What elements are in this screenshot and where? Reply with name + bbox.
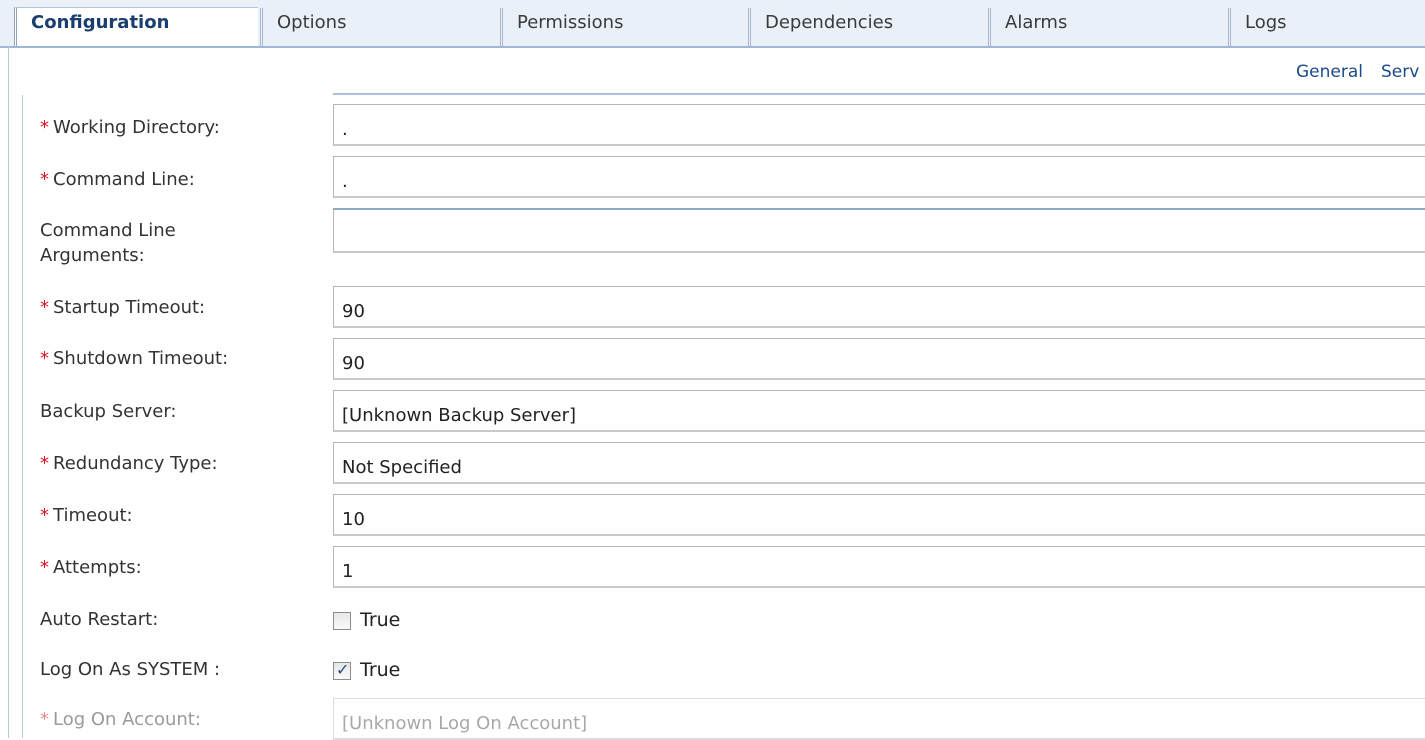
auto-restart-checkbox-label[interactable]: True: [360, 609, 400, 631]
label-text: Redundancy Type:: [53, 453, 218, 474]
tab-permissions[interactable]: Permissions: [500, 8, 746, 47]
shutdown-timeout-label: * Shutdown Timeout:: [40, 346, 310, 371]
label-text: Log On Account:: [53, 709, 201, 730]
log-on-as-system-label: Log On As SYSTEM :: [40, 657, 310, 682]
label-text: Attempts:: [53, 557, 142, 578]
form-border-left: [22, 95, 23, 738]
command-line-label: * Command Line:: [40, 167, 310, 192]
label-text: Timeout:: [53, 505, 133, 526]
subnav-serv-link[interactable]: Serv: [1381, 62, 1419, 82]
redundancy-type-input[interactable]: [333, 442, 1425, 484]
label-text: Working Directory:: [53, 117, 220, 138]
label-text: Backup Server:: [40, 401, 177, 422]
tab-dependencies[interactable]: Dependencies: [748, 8, 986, 47]
label-text: Command Line:: [53, 169, 195, 190]
startup-timeout-label: * Startup Timeout:: [40, 295, 310, 320]
label-text-line2: Arguments:: [40, 245, 145, 266]
required-marker: *: [40, 505, 49, 526]
command-line-input[interactable]: [333, 156, 1425, 198]
auto-restart-label: Auto Restart:: [40, 607, 310, 632]
tab-label: Permissions: [517, 12, 624, 33]
log-on-as-system-checkbox[interactable]: ✓: [333, 660, 351, 680]
backup-server-label: Backup Server:: [40, 399, 310, 424]
required-marker: *: [40, 169, 49, 190]
label-text-line1: Command Line: [40, 220, 176, 241]
tab-alarms[interactable]: Alarms: [988, 8, 1226, 47]
command-line-arguments-input[interactable]: [333, 208, 1425, 253]
required-marker: *: [40, 297, 49, 318]
working-directory-input[interactable]: [333, 104, 1425, 146]
attempts-input[interactable]: [333, 546, 1425, 588]
tab-label: Options: [277, 12, 347, 33]
backup-server-input[interactable]: [333, 390, 1425, 432]
label-text: Auto Restart:: [40, 609, 159, 630]
label-text: Shutdown Timeout:: [53, 348, 229, 369]
tab-label: Dependencies: [765, 12, 894, 33]
timeout-input[interactable]: [333, 494, 1425, 536]
tab-bar: Configuration Options Permissions Depend…: [0, 0, 1425, 48]
log-on-as-system-checkbox-label[interactable]: True: [360, 659, 400, 681]
required-marker: *: [40, 557, 49, 578]
label-text: Log On As SYSTEM :: [40, 659, 221, 680]
tab-label: Configuration: [31, 12, 170, 33]
required-marker: *: [40, 453, 49, 474]
required-marker: *: [40, 348, 49, 369]
tab-label: Logs: [1245, 12, 1287, 33]
working-directory-label: * Working Directory:: [40, 115, 310, 140]
label-text: Startup Timeout:: [53, 297, 206, 318]
tab-configuration[interactable]: Configuration: [14, 7, 258, 47]
tab-logs[interactable]: Logs: [1228, 8, 1425, 47]
redundancy-type-label: * Redundancy Type:: [40, 451, 310, 476]
timeout-label: * Timeout:: [40, 503, 310, 528]
auto-restart-checkbox[interactable]: [333, 612, 351, 630]
attempts-label: * Attempts:: [40, 555, 310, 580]
log-on-account-label: * Log On Account:: [40, 707, 310, 732]
tab-options[interactable]: Options: [260, 8, 498, 47]
command-line-arguments-label: Command Line Arguments:: [40, 218, 310, 268]
required-marker: *: [40, 709, 49, 730]
tab-label: Alarms: [1005, 12, 1068, 33]
panel-border-left: [8, 47, 9, 738]
section-divider: [333, 93, 1425, 95]
tab-underline: [0, 46, 1425, 48]
shutdown-timeout-input[interactable]: [333, 338, 1425, 380]
log-on-account-input: [333, 698, 1425, 740]
required-marker: *: [40, 117, 49, 138]
subnav-general-link[interactable]: General: [1296, 62, 1363, 82]
checkmark-icon: ✓: [336, 660, 350, 679]
startup-timeout-input[interactable]: [333, 286, 1425, 328]
